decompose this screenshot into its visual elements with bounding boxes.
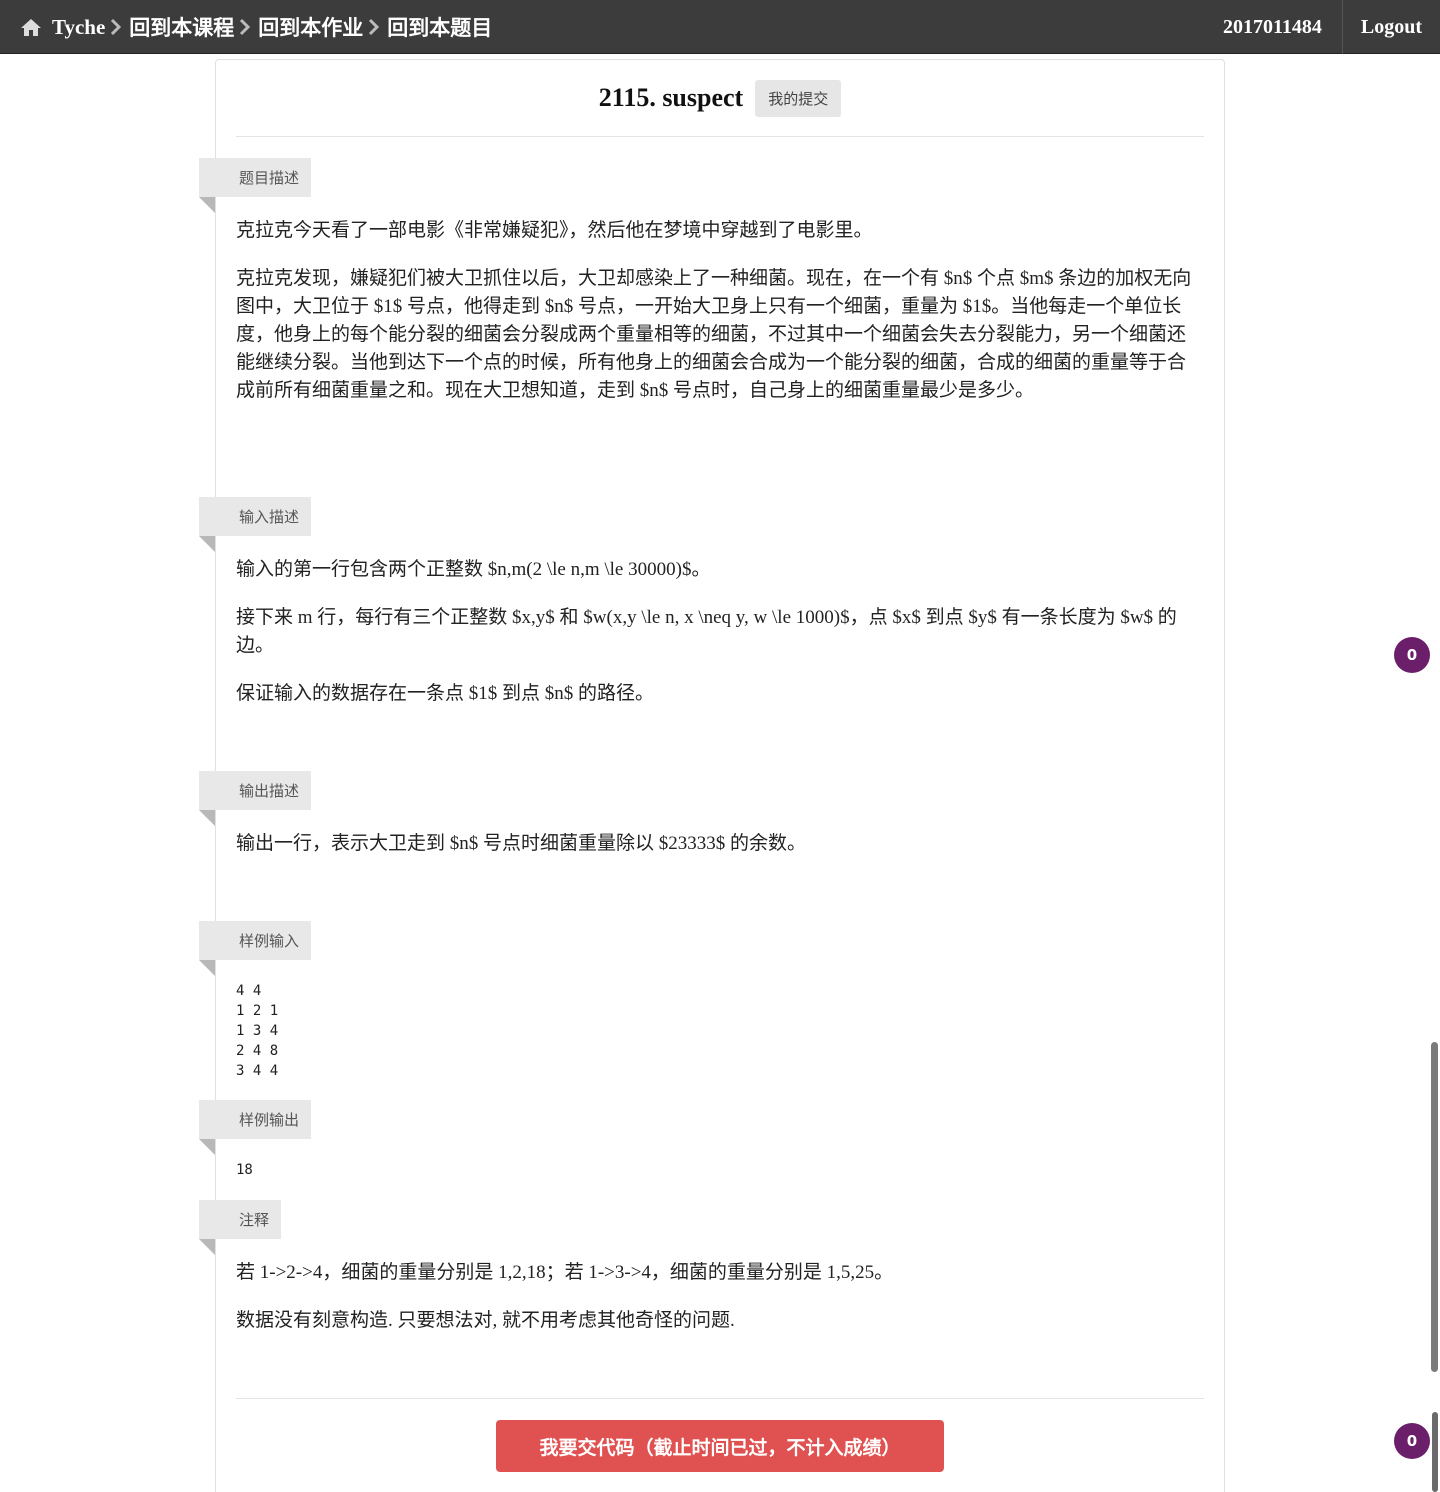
sample-output-code: 18	[236, 1162, 253, 1178]
description-paragraph: 克拉克发现，嫌疑犯们被大卫抓住以后，大卫却感染上了一种细菌。现在，在一个有 $n…	[236, 268, 1192, 401]
notification-badge[interactable]: 0	[1394, 1423, 1430, 1459]
divider	[236, 1398, 1204, 1399]
description-paragraph: 克拉克今天看了一部电影《非常嫌疑犯》，然后他在梦境中穿越到了电影里。	[236, 220, 873, 241]
scrollbar-thumb-secondary[interactable]	[1432, 1412, 1438, 1492]
input-paragraph: 输入的第一行包含两个正整数 $n,m(2 \le n,m \le 30000)$…	[236, 559, 711, 580]
breadcrumb-homework[interactable]: 回到本作业	[258, 12, 363, 42]
my-submissions-button[interactable]: 我的提交	[755, 79, 842, 117]
notes-paragraph: 若 1->2->4，细菌的重量分别是 1,2,18；若 1->3->4，细菌的重…	[236, 1262, 894, 1283]
notes-paragraph: 数据没有刻意构造. 只要想法对, 就不用考虑其他奇怪的问题.	[236, 1310, 735, 1331]
section-label-sample-output: 样例输出	[199, 1100, 312, 1155]
section-label-description: 题目描述	[199, 158, 312, 213]
breadcrumb: Tyche 回到本课程 回到本作业 回到本题目	[20, 0, 496, 54]
chevron-right-icon	[111, 18, 122, 36]
notification-badge[interactable]: 0	[1394, 637, 1430, 673]
sample-input-code: 4 4 1 2 1 1 3 4 2 4 8 3 4 4	[236, 983, 279, 1079]
scrollbar-thumb[interactable]	[1431, 1042, 1438, 1372]
section-label-input: 输入描述	[199, 497, 312, 552]
home-icon[interactable]	[20, 17, 42, 37]
page-title: 2115. suspect	[598, 83, 744, 112]
section-label-sample-input: 样例输入	[199, 921, 312, 976]
title-row: 2115. suspect 我的提交	[216, 78, 1224, 118]
top-navbar: Tyche 回到本课程 回到本作业 回到本题目 2017011484 Logou…	[0, 0, 1440, 54]
logout-link[interactable]: Logout	[1343, 0, 1440, 54]
input-paragraph: 接下来 m 行，每行有三个正整数 $x,y$ 和 $w(x,y \le n, x…	[236, 607, 1177, 656]
submit-code-button[interactable]: 我要交代码（截止时间已过，不计入成绩）	[496, 1420, 944, 1472]
chevron-right-icon	[369, 18, 380, 36]
section-label-notes: 注释	[199, 1200, 282, 1255]
brand-link[interactable]: Tyche	[52, 15, 105, 40]
user-menu: 2017011484 Logout	[1203, 0, 1440, 54]
output-paragraph: 输出一行，表示大卫走到 $n$ 号点时细菌重量除以 $23333$ 的余数。	[236, 833, 807, 854]
divider	[236, 136, 1204, 137]
breadcrumb-course[interactable]: 回到本课程	[129, 12, 234, 42]
input-paragraph: 保证输入的数据存在一条点 $1$ 到点 $n$ 的路径。	[236, 683, 655, 704]
chevron-right-icon	[240, 18, 251, 36]
section-label-output: 输出描述	[199, 771, 312, 826]
user-id-link[interactable]: 2017011484	[1203, 0, 1342, 54]
breadcrumb-problem[interactable]: 回到本题目	[387, 12, 492, 42]
